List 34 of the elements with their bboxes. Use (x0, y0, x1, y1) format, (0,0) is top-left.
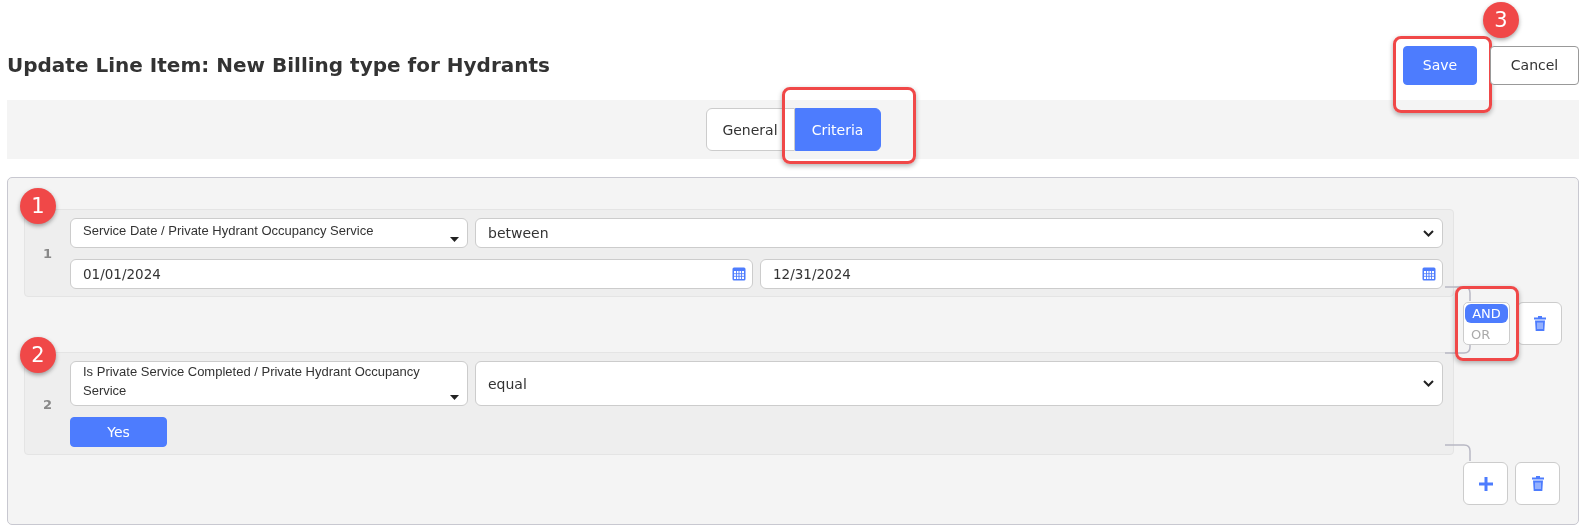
step-badge: 2 (20, 337, 56, 373)
delete-button[interactable] (1517, 302, 1562, 345)
page-title: Update Line Item: New Billing type for Hydrants (7, 53, 551, 77)
add-button[interactable] (1463, 462, 1508, 505)
rule-number: 2 (41, 395, 53, 414)
tab[interactable]: General (705, 108, 795, 151)
step-badge: 1 (20, 188, 56, 224)
tab[interactable]: Criteria (794, 108, 881, 151)
calendar-icon (1422, 267, 1436, 281)
cancel-button[interactable]: Cancel (1490, 45, 1579, 85)
calendar-icon (732, 267, 746, 281)
connector-line (1445, 343, 1471, 354)
field-dropdown[interactable]: Service Date / Private Hydrant Occupancy Service (70, 218, 468, 248)
plus-icon (1478, 476, 1493, 491)
chevron-icon (1423, 229, 1434, 237)
save-button[interactable]: Save (1403, 45, 1477, 85)
caret-icon (450, 395, 459, 400)
connector-line (1445, 286, 1471, 302)
and-or-toggle[interactable]: AND OR (1463, 302, 1510, 345)
delete-button[interactable] (1515, 462, 1560, 505)
chevron-icon (1423, 380, 1434, 387)
value-button[interactable]: Yes (70, 417, 167, 447)
trash-icon (1531, 476, 1544, 491)
trash-icon (1533, 316, 1546, 331)
date-field[interactable]: 12/31/2024 (760, 259, 1443, 289)
step-badge: 3 (1483, 1, 1519, 38)
operator-dropdown[interactable]: equal (475, 361, 1443, 406)
connector-line (1445, 444, 1471, 462)
caret-icon (450, 237, 459, 242)
operator-dropdown[interactable]: between (475, 218, 1443, 248)
date-field[interactable]: 01/01/2024 (70, 259, 753, 289)
field-dropdown[interactable]: Is Private Service Completed / Private Hydrant Occupancy Service (70, 361, 468, 406)
rule-number: 1 (41, 245, 53, 263)
toggle-option[interactable]: AND (1465, 304, 1508, 323)
